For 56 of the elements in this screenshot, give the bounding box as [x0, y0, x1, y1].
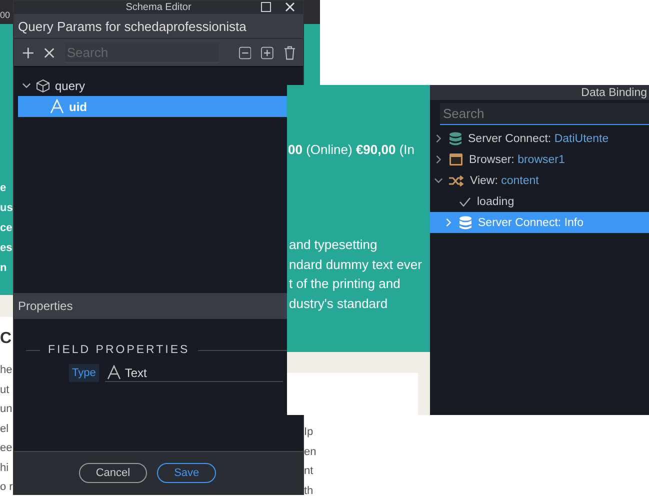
- chevron-icon[interactable]: [434, 176, 443, 185]
- body-text: ndard dummy text ever: [289, 256, 422, 274]
- body-text: he: [0, 363, 13, 378]
- dialog-subtitle: Query Params for schedaprofessionista: [14, 14, 303, 38]
- body-text: th: [304, 484, 314, 498]
- window-icon: [449, 153, 463, 166]
- price-text: 00 (Online) €90,00 (In: [288, 142, 414, 157]
- chevron-icon[interactable]: [434, 134, 443, 143]
- field-label: Type: [69, 364, 99, 382]
- maximize-icon[interactable]: [261, 2, 271, 12]
- save-button[interactable]: Save: [157, 463, 216, 483]
- tree-item[interactable]: query: [18, 75, 287, 96]
- text-type-icon: [50, 99, 64, 114]
- type-field[interactable]: Text: [104, 364, 283, 382]
- body-text: e: [0, 181, 8, 196]
- body-text: es: [0, 241, 13, 256]
- body-text: and typesetting: [289, 236, 378, 254]
- window-title: Schema Editor: [126, 2, 192, 12]
- collapse-icon[interactable]: [238, 46, 252, 60]
- tree-item[interactable]: View: content: [430, 170, 649, 191]
- database-icon: [449, 132, 462, 146]
- ruler-label: 00: [0, 10, 10, 20]
- cancel-button[interactable]: Cancel: [78, 463, 148, 483]
- chevron-icon[interactable]: [22, 81, 31, 90]
- search-field[interactable]: Search: [440, 103, 649, 125]
- cube-icon: [36, 78, 50, 92]
- body-text: en: [304, 444, 316, 460]
- tree-item[interactable]: Browser: browser1: [430, 149, 649, 170]
- body-text: ee: [0, 441, 13, 456]
- close-icon[interactable]: [285, 2, 295, 12]
- body-text: n: [0, 261, 8, 276]
- chevron-icon[interactable]: [434, 155, 443, 164]
- trash-icon[interactable]: [284, 44, 295, 60]
- database-icon: [459, 216, 472, 230]
- body-text: ce: [0, 221, 13, 236]
- section-title: FIELD PROPERTIES: [48, 344, 190, 356]
- text-type-icon: [106, 365, 121, 380]
- body-text: nt: [304, 464, 314, 479]
- close-icon[interactable]: [44, 46, 55, 58]
- body-text: o r: [0, 480, 13, 495]
- body-text: ut: [0, 382, 10, 398]
- expand-icon[interactable]: [261, 46, 274, 60]
- shuffle-icon: [449, 174, 464, 186]
- body-text: dustry's standard: [289, 294, 389, 313]
- body-text: un: [0, 402, 13, 417]
- body-text: Ip: [304, 425, 314, 440]
- tree-item[interactable]: Server Connect: DatiUtente: [430, 128, 649, 149]
- section-heading: C: [0, 330, 12, 348]
- body-text: hi: [0, 460, 10, 476]
- panel-title: Data Binding: [581, 86, 647, 98]
- body-text: t of the printing and: [289, 275, 402, 293]
- tree-item[interactable]: loading: [430, 191, 649, 212]
- body-text: el: [0, 422, 10, 436]
- check-icon: [459, 196, 471, 206]
- add-icon[interactable]: [22, 46, 34, 60]
- body-text: us: [0, 201, 13, 216]
